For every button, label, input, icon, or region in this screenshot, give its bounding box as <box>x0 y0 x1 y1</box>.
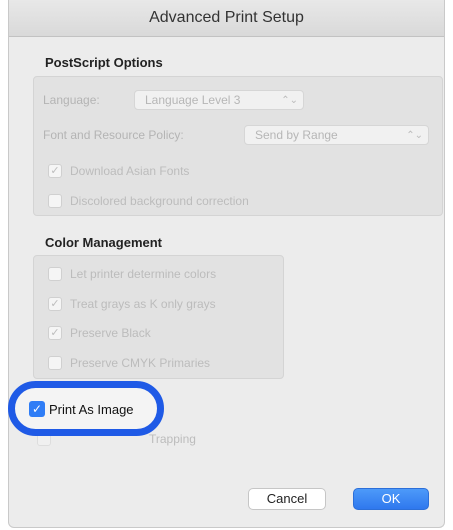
advanced-print-setup-dialog: Advanced Print Setup PostScript Options … <box>8 0 445 528</box>
treat-grays-checkbox[interactable]: ✓ <box>48 297 62 311</box>
discolored-background-label: Discolored background correction <box>70 194 249 208</box>
postscript-options-heading: PostScript Options <box>45 55 163 70</box>
color-management-group: Let printer determine colors ✓ Treat gra… <box>33 255 284 379</box>
language-label: Language: <box>43 93 100 107</box>
preserve-cmyk-label: Preserve CMYK Primaries <box>70 356 211 370</box>
color-management-heading: Color Management <box>45 235 163 250</box>
language-popup[interactable]: Language Level 3 ⌃⌄ <box>134 90 304 110</box>
font-policy-popup[interactable]: Send by Range ⌃⌄ <box>244 125 429 145</box>
discolored-background-checkbox[interactable] <box>48 194 62 208</box>
download-asian-fonts-checkbox[interactable]: ✓ <box>48 164 62 178</box>
font-policy-value: Send by Range <box>255 128 338 142</box>
print-as-image-label: Print As Image <box>49 402 134 417</box>
postscript-options-group: Language: Language Level 3 ⌃⌄ Font and R… <box>33 76 443 216</box>
font-policy-label: Font and Resource Policy: <box>43 128 184 142</box>
preserve-black-checkbox[interactable]: ✓ <box>48 326 62 340</box>
let-printer-colors-label: Let printer determine colors <box>70 267 217 281</box>
ok-button[interactable]: OK <box>353 488 429 510</box>
preserve-cmyk-checkbox[interactable] <box>48 356 62 370</box>
cancel-button[interactable]: Cancel <box>248 488 326 510</box>
preserve-black-label: Preserve Black <box>70 326 151 340</box>
download-asian-fonts-label: Download Asian Fonts <box>70 164 190 178</box>
print-as-image-checkbox[interactable]: ✓ <box>29 401 45 417</box>
print-as-image-highlight: ✓ Print As Image <box>8 381 164 436</box>
dialog-title: Advanced Print Setup <box>9 0 444 37</box>
treat-grays-label: Treat grays as K only grays <box>70 297 216 311</box>
popup-arrows-icon: ⌃⌄ <box>406 130 423 141</box>
let-printer-colors-checkbox[interactable] <box>48 267 62 281</box>
trapping-label: Trapping <box>149 432 196 446</box>
language-value: Language Level 3 <box>145 93 241 107</box>
popup-arrows-icon: ⌃⌄ <box>281 95 298 106</box>
